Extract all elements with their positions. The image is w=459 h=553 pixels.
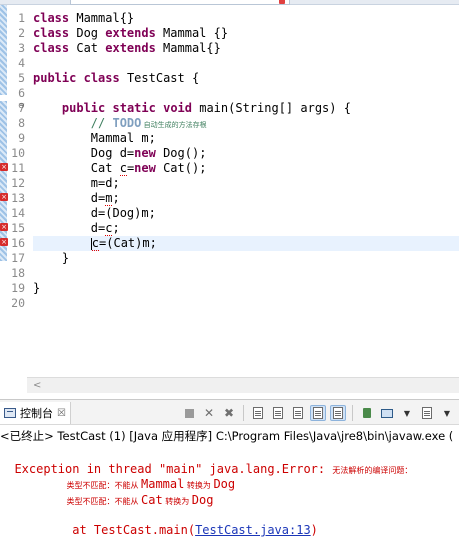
open-console-icon[interactable] [419, 405, 435, 421]
code-line[interactable]: m=d; [33, 176, 120, 191]
error-suffix: 无法解析的编译问题： [332, 466, 413, 475]
line-number: 13 [11, 191, 25, 205]
code-line[interactable]: class Cat extends Mammal{} [33, 41, 221, 56]
horizontal-scrollbar[interactable]: < [27, 377, 459, 393]
console-icon [4, 408, 16, 418]
problem-line-2: 类型不匹配：不能从 Cat 转换为 Dog [66, 493, 214, 507]
line-number: 18 [11, 266, 25, 280]
code-line[interactable]: // TODO 自动生成的方法存根 [33, 116, 207, 131]
code-line[interactable]: Cat c=new Cat(); [33, 161, 206, 176]
code-line[interactable]: Dog d=new Dog(); [33, 146, 207, 161]
word-wrap-icon[interactable] [290, 405, 306, 421]
error-marker-icon[interactable]: × [0, 163, 8, 171]
line-number: 12 [11, 176, 25, 190]
code-line[interactable]: Mammal m; [33, 131, 156, 146]
clear-console-icon[interactable] [250, 405, 266, 421]
close-icon[interactable]: ☒ [57, 408, 66, 419]
remove-launch-icon[interactable]: ✕ [201, 405, 217, 421]
launch-info: <已终止> TestCast (1) [Java 应用程序] C:\Progra… [0, 429, 454, 443]
line-number: 20 [11, 296, 25, 310]
code-line[interactable]: public class TestCast { [33, 71, 199, 86]
line-number: 17 [11, 251, 25, 265]
error-marker-icon[interactable]: × [0, 223, 8, 231]
line-number: 19 [11, 281, 25, 295]
code-line[interactable]: d=m; [33, 191, 120, 206]
console-toolbar: ✕ ✖ ▼ ▼ [181, 402, 459, 424]
error-marker-icon[interactable]: × [0, 238, 8, 246]
stack-trace-link[interactable]: TestCast.java:13 [195, 523, 311, 537]
line-number: 11 [11, 161, 25, 175]
view-menu-icon[interactable]: ▼ [439, 405, 455, 421]
scroll-left-icon[interactable]: < [33, 380, 41, 391]
code-editor[interactable]: 1 2 3 4 5 6 7 ⊖ 8 9 10 11 × 12 13 × 14 15 × 16 × 17 18 19 20 cla… [0, 5, 459, 393]
remove-all-icon[interactable]: ✖ [221, 405, 237, 421]
code-line[interactable]: c=(Cat)m; [33, 236, 157, 251]
line-number: 10 [11, 146, 25, 160]
line-number: 14 [11, 206, 25, 220]
error-marker-icon[interactable]: × [0, 193, 8, 201]
line-number: 3 [18, 41, 25, 55]
code-line[interactable]: class Dog extends Mammal {} [33, 26, 228, 41]
tab-close-icon[interactable] [279, 0, 285, 4]
quick-diff-ruler [0, 5, 7, 375]
code-line[interactable]: class Mammal{} [33, 11, 134, 26]
display-console-icon[interactable] [379, 405, 395, 421]
code-line[interactable]: } [33, 281, 40, 296]
pin-console-icon[interactable] [359, 405, 375, 421]
code-line[interactable]: d=c; [33, 221, 120, 236]
scroll-lock-icon[interactable] [270, 405, 286, 421]
line-number: 1 [18, 11, 25, 25]
line-number: 9 [18, 131, 25, 145]
line-number: 15 [11, 221, 25, 235]
line-number: 8 [18, 116, 25, 130]
tab-console[interactable]: 控制台 ☒ [0, 402, 71, 424]
fold-icon[interactable]: ⊖ [18, 101, 26, 110]
line-number: 5 [18, 71, 25, 85]
console-tab-label: 控制台 [20, 407, 53, 420]
line-number: 6 [18, 86, 25, 100]
show-on-error-icon[interactable] [330, 405, 346, 421]
code-line[interactable]: } [33, 251, 69, 266]
line-number-gutter: 1 2 3 4 5 6 7 ⊖ 8 9 10 11 × 12 13 × 14 15 × 16 × 17 18 19 20 [0, 5, 27, 375]
console-view-tabbar: 控制台 ☒ ✕ ✖ ▼ ▼ [0, 399, 459, 425]
code-area[interactable]: class Mammal{} class Dog extends Mammal {… [33, 5, 459, 375]
chevron-down-icon[interactable]: ▼ [399, 405, 415, 421]
line-number: 16 [11, 236, 25, 250]
show-on-output-icon[interactable] [310, 405, 326, 421]
stop-icon[interactable] [181, 405, 197, 421]
code-line[interactable]: public static void main(String[] args) { [33, 101, 351, 116]
line-number: 4 [18, 56, 25, 70]
line-number: 2 [18, 26, 25, 40]
stack-trace-line: at TestCast.main(TestCast.java:13) [14, 523, 318, 537]
code-line[interactable]: d=(Dog)m; [33, 206, 156, 221]
